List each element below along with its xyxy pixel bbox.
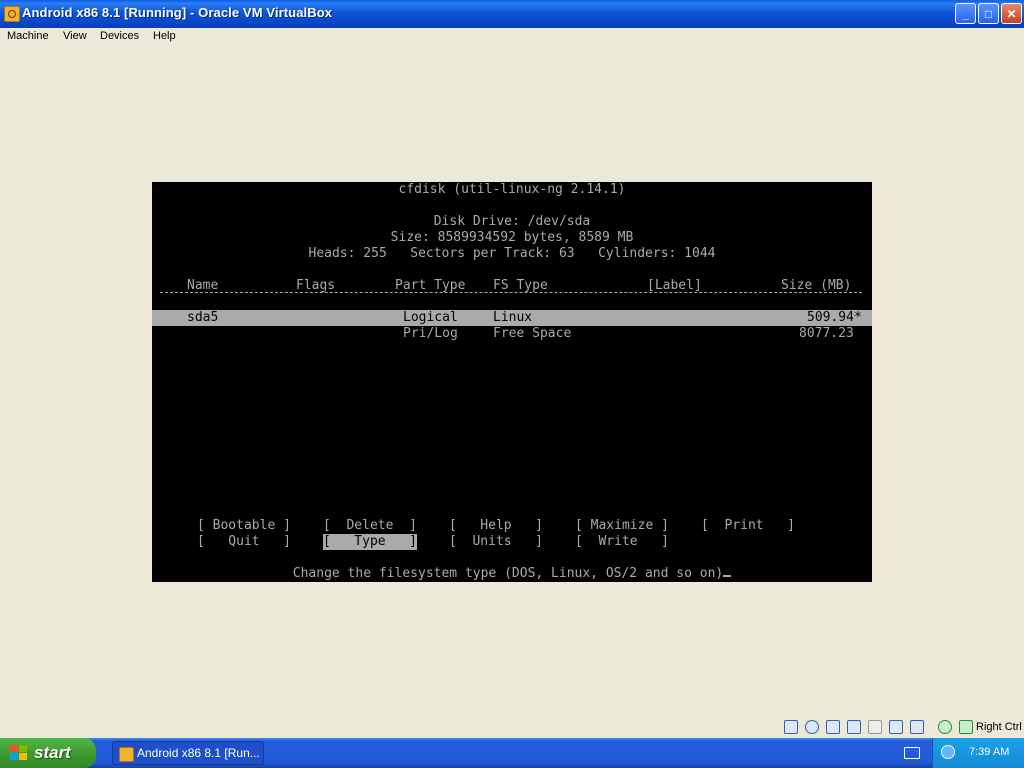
status-message: Change the filesystem type (DOS, Linux, … xyxy=(292,566,724,581)
optical-drive-icon[interactable] xyxy=(805,720,819,734)
windows-logo-icon xyxy=(10,745,28,761)
row-size: 8077.23 xyxy=(799,326,854,341)
units-menu-item[interactable]: [ Units ] xyxy=(449,534,543,550)
disk-size-line: Size: 8589934592 bytes, 8589 MB xyxy=(390,230,634,245)
minimize-button[interactable]: _ xyxy=(955,3,976,24)
close-button[interactable]: ✕ xyxy=(1001,3,1022,24)
window-title-bar[interactable]: Android x86 8.1 [Running] - Oracle VM Vi… xyxy=(0,0,1024,28)
disk-drive-line: Disk Drive: /dev/sda xyxy=(433,214,591,229)
text-cursor xyxy=(723,575,732,577)
cfdisk-header: cfdisk (util-linux-ng 2.14.1) xyxy=(398,182,626,197)
taskbar-button-virtualbox[interactable]: Android x86 8.1 [Run... xyxy=(112,741,264,765)
cfdisk-terminal: cfdisk (util-linux-ng 2.14.1) Disk Drive… xyxy=(152,182,872,582)
menu-bar: Machine View Devices Help xyxy=(0,28,1024,46)
disk-geometry-line: Heads: 255 Sectors per Track: 63 Cylinde… xyxy=(308,246,716,261)
row-size: 509.94* xyxy=(807,310,862,325)
window-title: Android x86 8.1 [Running] - Oracle VM Vi… xyxy=(22,5,333,20)
taskbar-button-label: Android x86 8.1 [Run... xyxy=(137,746,260,760)
display-icon[interactable] xyxy=(889,720,903,734)
network-icon[interactable] xyxy=(847,720,861,734)
cfdisk-menu-row-2: [ Quit ] [ Type ] [ Units ] [ Write ] xyxy=(152,534,872,550)
row-part-type: Pri/Log xyxy=(403,326,458,341)
taskbar: start Android x86 8.1 [Run... 7:39 AM xyxy=(0,738,1024,768)
bootable-menu-item[interactable]: [ Bootable ] xyxy=(197,518,291,534)
virtualbox-task-icon xyxy=(119,747,134,762)
host-key-label: Right Ctrl xyxy=(976,721,1022,733)
mouse-integration-icon[interactable] xyxy=(938,720,952,734)
type-menu-item[interactable]: [ Type ] xyxy=(323,534,417,550)
system-tray: 7:39 AM xyxy=(932,738,1024,768)
delete-menu-item[interactable]: [ Delete ] xyxy=(323,518,417,534)
maximize-menu-item[interactable]: [ Maximize ] xyxy=(575,518,669,534)
menu-machine[interactable]: Machine xyxy=(7,30,49,42)
video-capture-icon[interactable] xyxy=(910,720,924,734)
row-part-type: Logical xyxy=(403,310,458,325)
shared-folders-icon[interactable] xyxy=(868,720,882,734)
menu-help[interactable]: Help xyxy=(153,30,176,42)
menu-devices[interactable]: Devices xyxy=(100,30,139,42)
taskbar-clock[interactable]: 7:39 AM xyxy=(969,746,1009,758)
hard-disk-icon[interactable] xyxy=(784,720,798,734)
row-fs-type: Linux xyxy=(493,310,533,325)
maximize-button[interactable]: □ xyxy=(978,3,999,24)
status-line: Change the filesystem type (DOS, Linux, … xyxy=(152,566,872,582)
cfdisk-menu-row-1: [ Bootable ] [ Delete ] [ Help ] [ Maxim… xyxy=(152,518,872,534)
vm-display[interactable]: cfdisk (util-linux-ng 2.14.1) Disk Drive… xyxy=(152,182,872,582)
table-row[interactable]: sda5 Logical Linux 509.94* xyxy=(152,310,872,326)
network-tray-icon[interactable] xyxy=(941,745,955,759)
help-menu-item[interactable]: [ Help ] xyxy=(449,518,543,534)
vm-status-bar: Right Ctrl xyxy=(782,719,1024,737)
write-menu-item[interactable]: [ Write ] xyxy=(575,534,669,550)
audio-icon[interactable] xyxy=(826,720,840,734)
start-label: start xyxy=(34,743,71,762)
row-name: sda5 xyxy=(187,310,219,325)
keyboard-language-icon[interactable] xyxy=(904,747,920,759)
header-divider xyxy=(160,292,862,293)
menu-view[interactable]: View xyxy=(63,30,87,42)
quit-menu-item[interactable]: [ Quit ] xyxy=(197,534,291,550)
row-fs-type: Free Space xyxy=(493,326,572,341)
print-menu-item[interactable]: [ Print ] xyxy=(701,518,795,534)
start-button[interactable]: start xyxy=(0,738,96,768)
host-key-icon[interactable] xyxy=(959,720,973,734)
virtualbox-app-icon xyxy=(4,6,20,22)
table-row[interactable]: Pri/Log Free Space 8077.23 xyxy=(152,326,872,342)
